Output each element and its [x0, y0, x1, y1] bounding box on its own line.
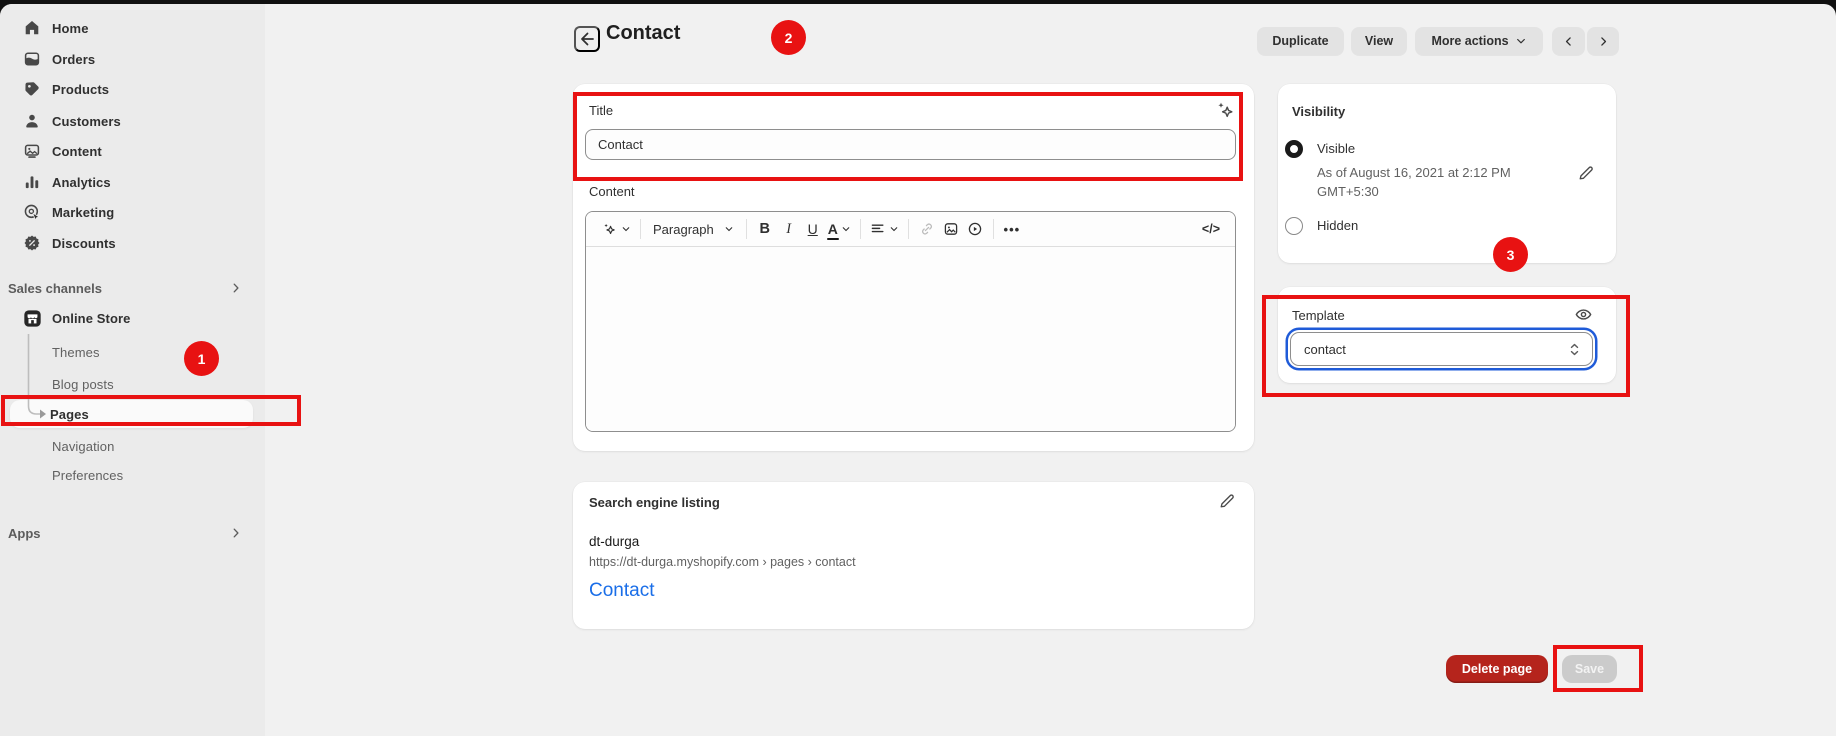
visible-since-line2: GMT+5:30 — [1317, 184, 1379, 199]
tree-connector — [27, 334, 51, 422]
sidebar-section-sales-channels[interactable]: Sales channels — [8, 275, 257, 301]
editor-content-area[interactable] — [586, 247, 1235, 432]
chevron-right-icon — [1597, 35, 1610, 48]
pencil-icon — [1218, 492, 1236, 510]
editor-toolbar: Paragraph B I U A — [586, 212, 1235, 247]
chevron-down-icon — [841, 224, 851, 234]
sidebar-item-content[interactable]: Content — [12, 137, 253, 165]
ai-assist-button[interactable] — [598, 216, 634, 242]
sidebar-item-products[interactable]: Products — [12, 75, 253, 103]
template-select-value: contact — [1304, 342, 1346, 357]
chevron-down-icon — [724, 224, 734, 234]
html-code-button[interactable]: </> — [1199, 216, 1223, 242]
alignment-button[interactable] — [867, 216, 902, 242]
visibility-heading: Visibility — [1292, 104, 1345, 119]
seo-site-name: dt-durga — [589, 534, 639, 549]
chevron-right-icon — [229, 281, 243, 295]
link-button[interactable] — [915, 216, 939, 242]
sidebar-item-home[interactable]: Home — [12, 14, 253, 42]
duplicate-button[interactable]: Duplicate — [1257, 27, 1344, 55]
paragraph-style-dropdown[interactable]: Paragraph — [647, 216, 740, 242]
seo-breadcrumb-url: https://dt-durga.myshopify.com › pages ›… — [589, 555, 856, 569]
magic-sparkle-icon[interactable] — [1213, 99, 1237, 123]
online-store-icon — [22, 308, 42, 328]
underline-button[interactable]: U — [801, 216, 825, 242]
customers-icon — [22, 111, 42, 131]
marketing-icon — [22, 202, 42, 222]
content-field-label: Content — [589, 184, 635, 199]
products-icon — [22, 79, 42, 99]
toolbar-separator — [640, 219, 641, 239]
chevron-down-icon — [1515, 35, 1527, 47]
sidebar-item-marketing[interactable]: Marketing — [12, 198, 253, 226]
page-title: Contact — [606, 22, 680, 45]
template-heading: Template — [1292, 308, 1345, 323]
insert-video-button[interactable] — [963, 216, 987, 242]
annotation-step-3: 3 — [1493, 237, 1528, 272]
seo-result-link[interactable]: Contact — [589, 580, 654, 602]
eye-icon — [1574, 305, 1593, 324]
sidebar-item-navigation[interactable]: Navigation — [12, 432, 253, 460]
delete-page-button[interactable]: Delete page — [1446, 655, 1548, 683]
bold-button[interactable]: B — [753, 216, 777, 242]
select-stepper-icon — [1567, 341, 1582, 358]
toolbar-separator — [860, 219, 861, 239]
sparkle-icon — [601, 221, 618, 238]
chevron-left-icon — [1562, 35, 1575, 48]
sidebar-section-apps[interactable]: Apps — [8, 520, 257, 546]
prev-page-button[interactable] — [1552, 27, 1585, 55]
visible-radio[interactable] — [1285, 140, 1303, 158]
hidden-radio-label[interactable]: Hidden — [1317, 218, 1358, 233]
align-left-icon — [870, 221, 886, 237]
content-icon — [22, 141, 42, 161]
pencil-icon — [1577, 164, 1595, 182]
chevron-down-icon — [621, 224, 631, 234]
rich-text-editor[interactable]: Paragraph B I U A — [585, 211, 1236, 432]
title-input[interactable] — [585, 129, 1236, 160]
analytics-icon — [22, 172, 42, 192]
link-icon — [919, 221, 935, 237]
sidebar-item-orders[interactable]: Orders — [12, 45, 253, 73]
template-select[interactable]: contact — [1290, 332, 1593, 366]
insert-image-button[interactable] — [939, 216, 963, 242]
toolbar-separator — [993, 219, 994, 239]
orders-icon — [22, 49, 42, 69]
play-circle-icon — [967, 221, 983, 237]
next-page-button[interactable] — [1587, 27, 1619, 55]
discounts-icon — [22, 233, 42, 253]
text-color-button[interactable]: A — [825, 216, 854, 242]
seo-heading: Search engine listing — [589, 495, 720, 510]
visible-since-line1: As of August 16, 2021 at 2:12 PM — [1317, 165, 1511, 180]
toolbar-separator — [746, 219, 747, 239]
sidebar-item-analytics[interactable]: Analytics — [12, 168, 253, 196]
hidden-radio[interactable] — [1285, 217, 1303, 235]
save-button[interactable]: Save — [1562, 655, 1617, 683]
image-icon — [943, 221, 959, 237]
annotation-step-1: 1 — [184, 341, 219, 376]
back-button[interactable] — [574, 26, 600, 52]
italic-button[interactable]: I — [777, 216, 801, 242]
visibility-edit-button[interactable] — [1577, 164, 1595, 182]
title-field-label: Title — [589, 103, 613, 118]
chevron-down-icon — [889, 224, 899, 234]
template-preview-button[interactable] — [1574, 305, 1593, 324]
seo-edit-button[interactable] — [1218, 492, 1236, 510]
more-tools-button[interactable]: ••• — [1000, 216, 1024, 242]
sidebar-item-discounts[interactable]: Discounts — [12, 229, 253, 257]
app-frame: Home Orders Products Customers Content — [0, 0, 1836, 736]
sidebar: Home Orders Products Customers Content — [0, 4, 265, 736]
annotation-step-2: 2 — [771, 20, 806, 55]
view-button[interactable]: View — [1351, 27, 1407, 55]
toolbar-separator — [908, 219, 909, 239]
arrow-left-icon — [577, 29, 597, 49]
sidebar-item-online-store[interactable]: Online Store — [12, 304, 253, 332]
home-icon — [22, 18, 42, 38]
visible-radio-label[interactable]: Visible — [1317, 141, 1355, 156]
sidebar-item-preferences[interactable]: Preferences — [12, 461, 253, 489]
more-actions-button[interactable]: More actions — [1415, 27, 1543, 55]
sidebar-item-customers[interactable]: Customers — [12, 107, 253, 135]
chevron-right-icon — [229, 526, 243, 540]
